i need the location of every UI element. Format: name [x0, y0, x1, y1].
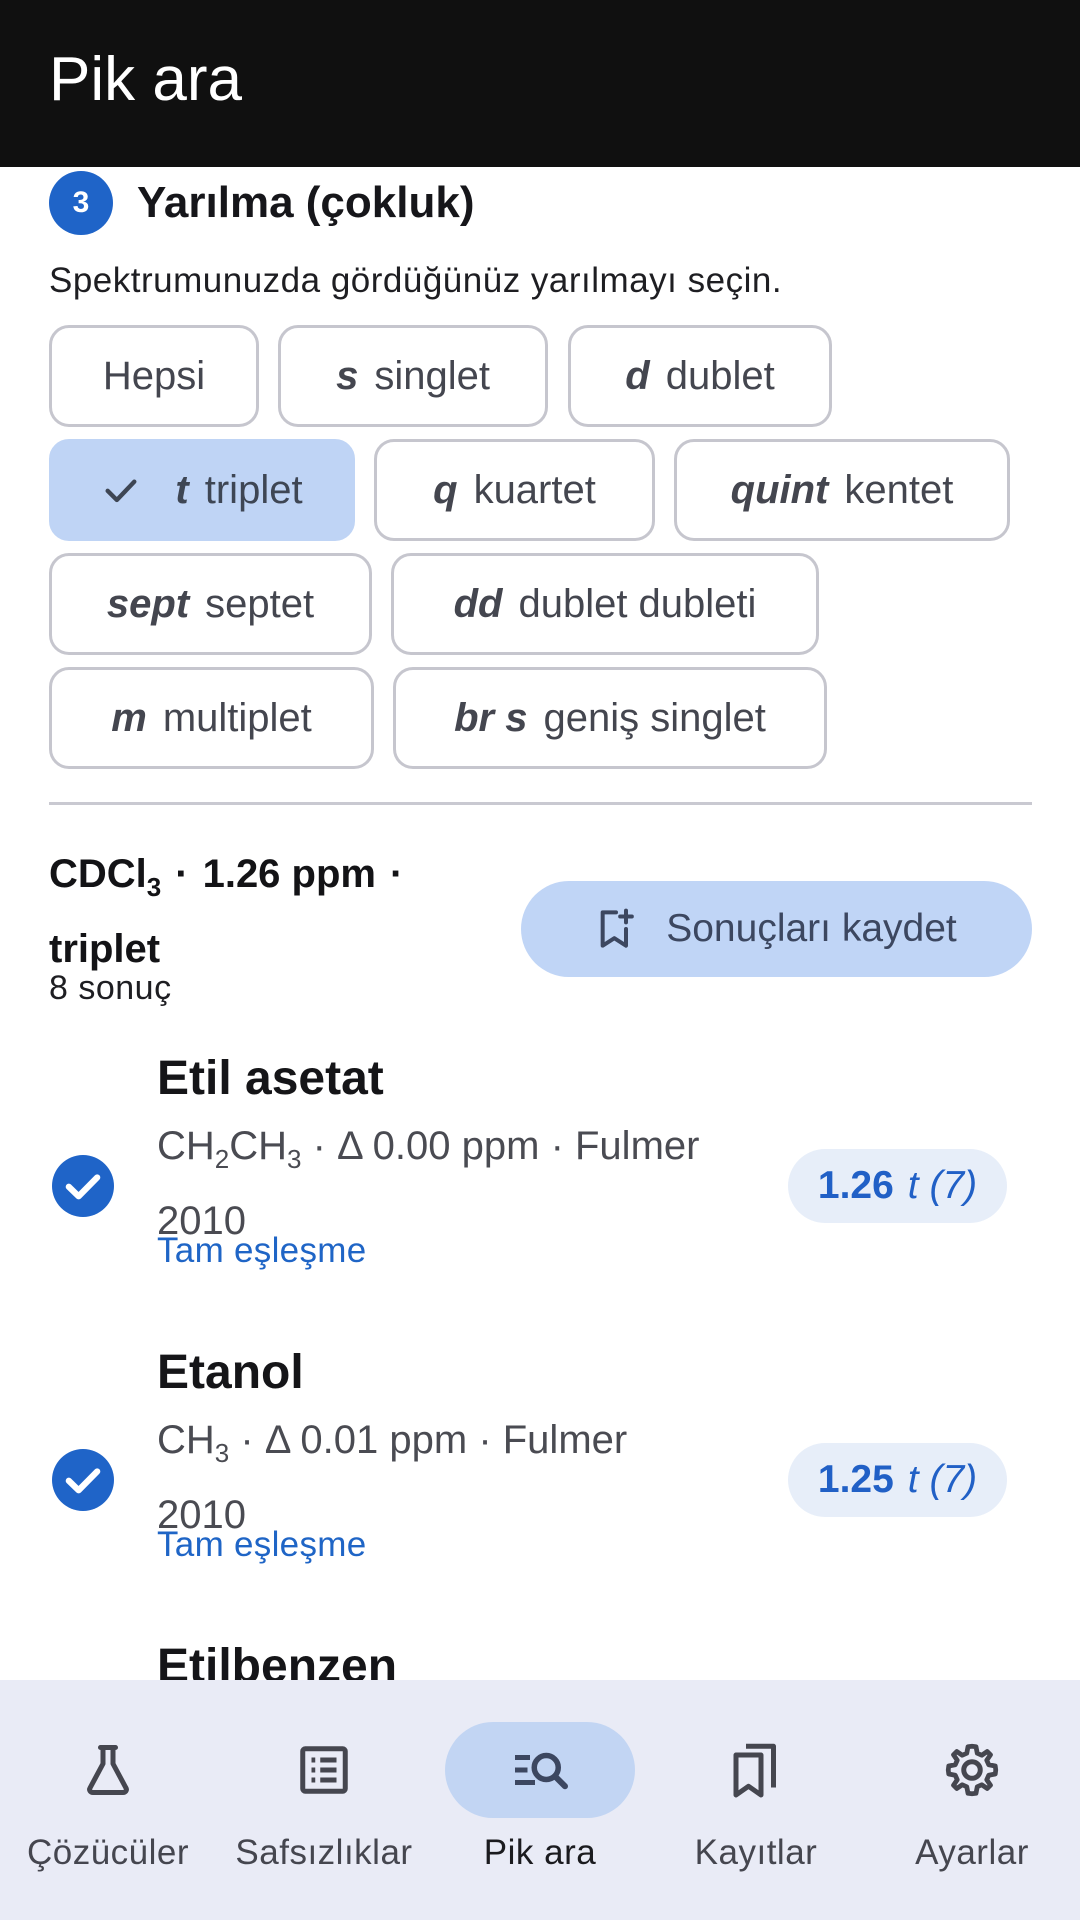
compound-name: Etil asetat: [157, 1052, 384, 1105]
chip-dublet[interactable]: d dublet: [568, 325, 832, 427]
list-icon: [300, 1746, 348, 1794]
nav-label: Safsızlıklar: [235, 1833, 413, 1872]
pill-value: 1.26: [817, 1164, 894, 1207]
pill-value: 1.25: [817, 1458, 894, 1501]
chip-kuartet[interactable]: q kuartet: [374, 439, 655, 541]
chip-abbr: q: [433, 467, 458, 512]
nav-indicator: [445, 1722, 635, 1818]
chip-label: dublet: [665, 353, 775, 398]
nav-label: Kayıtlar: [694, 1833, 818, 1872]
shift-pill: 1.26 t (7): [788, 1149, 1007, 1223]
nav-label: Pik ara: [483, 1833, 597, 1872]
chip-label: dublet dubleti: [518, 581, 757, 626]
bottom-navigation: Çözücüler Safsızlıklar Pik ara Kayıtlar …: [0, 1680, 1080, 1920]
match-label: Tam eşleşme: [157, 1525, 367, 1564]
divider: [49, 802, 1032, 805]
chip-abbr: quint: [730, 467, 829, 512]
multiplicity-value: triplet: [49, 927, 161, 971]
compound-name: Etilbenzen: [157, 1640, 398, 1680]
nav-item-solvents[interactable]: Çözücüler: [0, 1680, 216, 1920]
result-item[interactable]: Etanol CH3 · Δ 0.01 ppm · Fulmer 2010 Ta…: [0, 1346, 1080, 1641]
nav-label: Ayarlar: [915, 1833, 1029, 1872]
section-title: Yarılma (çokluk): [137, 178, 475, 227]
nav-indicator: [13, 1722, 203, 1818]
settings-icon: [945, 1743, 999, 1797]
step-number-badge: 3: [49, 171, 113, 235]
check-circle-icon[interactable]: [52, 1155, 114, 1217]
nav-item-impurities[interactable]: Safsızlıklar: [216, 1680, 432, 1920]
solvent-name: CDCl3: [49, 852, 162, 902]
save-results-button[interactable]: Sonuçları kaydet: [521, 881, 1032, 977]
chip-label: septet: [205, 581, 315, 626]
chip-label: geniş singlet: [543, 695, 766, 740]
chip-dublet-dubleti[interactable]: dd dublet dubleti: [391, 553, 819, 655]
bookmark-add-icon: [600, 908, 635, 948]
chip-label: kuartet: [473, 467, 596, 512]
chip-all[interactable]: Hepsi: [49, 325, 259, 427]
page-title: Pik ara: [49, 45, 242, 114]
check-circle-icon[interactable]: [52, 1449, 114, 1511]
search-summary: CDCl3 · 1.26 ppm · triplet: [49, 852, 404, 971]
chip-abbr: dd: [453, 581, 503, 626]
chip-label: multiplet: [162, 695, 312, 740]
bookmarks-icon: [733, 1743, 776, 1798]
chip-triplet[interactable]: t triplet: [49, 439, 355, 541]
section-hint: Spektrumunuzda gördüğünüz yarılmayı seçi…: [49, 261, 783, 300]
chip-abbr: sept: [106, 581, 190, 626]
chip-multiplet[interactable]: m multiplet: [49, 667, 374, 769]
nav-item-settings[interactable]: Ayarlar: [864, 1680, 1080, 1920]
chip-septet[interactable]: sept septet: [49, 553, 372, 655]
save-results-label: Sonuçları kaydet: [666, 907, 957, 950]
chip-label: kentet: [844, 467, 954, 512]
pill-multiplicity: t (7): [907, 1164, 978, 1207]
result-item[interactable]: Etilbenzen: [0, 1640, 1080, 1680]
chip-kentet[interactable]: quint kentet: [674, 439, 1010, 541]
nav-item-saved[interactable]: Kayıtlar: [648, 1680, 864, 1920]
chip-singlet[interactable]: s singlet: [278, 325, 548, 427]
chip-label: Hepsi: [102, 353, 206, 398]
nav-label: Çözücüler: [26, 1833, 190, 1872]
shift-pill: 1.25 t (7): [788, 1443, 1007, 1517]
search-list-icon: [515, 1752, 568, 1790]
section-header: 3 Yarılma (çokluk): [49, 171, 474, 235]
nav-indicator: [229, 1722, 419, 1818]
check-icon: [105, 479, 137, 503]
pill-multiplicity: t (7): [907, 1458, 978, 1501]
chip-abbr: br s: [454, 695, 528, 740]
chip-abbr: s: [336, 353, 359, 398]
chip-genis-singlet[interactable]: br s geniş singlet: [393, 667, 827, 769]
nav-indicator: [661, 1722, 851, 1818]
app-bar: Pik ara: [0, 0, 1080, 167]
result-count: 8 sonuç: [49, 969, 172, 1007]
shift-value: 1.26 ppm: [202, 852, 376, 896]
compound-name: Etanol: [157, 1346, 304, 1399]
nav-indicator: [877, 1722, 1067, 1818]
flask-icon: [87, 1745, 129, 1795]
main-content[interactable]: 3 Yarılma (çokluk) Spektrumunuzda gördüğ…: [0, 167, 1080, 1680]
chip-label: triplet: [204, 467, 303, 512]
chip-abbr: d: [625, 353, 650, 398]
chip-abbr: m: [111, 695, 147, 740]
match-label: Tam eşleşme: [157, 1231, 367, 1270]
chip-label: singlet: [374, 353, 490, 398]
result-item[interactable]: Etil asetat CH2CH3 · Δ 0.00 ppm · Fulmer…: [0, 1052, 1080, 1347]
nav-item-peak-search[interactable]: Pik ara: [432, 1680, 648, 1920]
chip-abbr: t: [175, 467, 189, 512]
